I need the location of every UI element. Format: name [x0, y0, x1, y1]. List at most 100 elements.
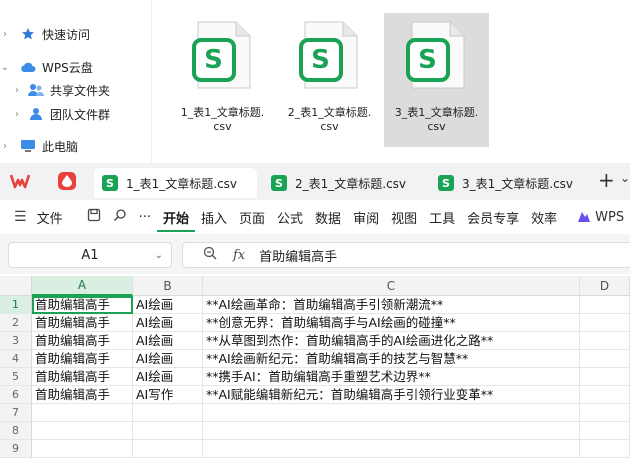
row-header[interactable]: 2: [0, 314, 32, 332]
cell-b4[interactable]: AI绘画: [133, 350, 203, 368]
csv-file-icon: S: [191, 20, 254, 92]
nav-item-this-pc[interactable]: › 此电脑: [0, 135, 78, 157]
cell-d2[interactable]: [580, 314, 630, 332]
tab-file-2[interactable]: S 2_表1_文章标题.csv: [263, 168, 426, 198]
cell-c6[interactable]: **AI赋能编辑新纪元：首助编辑高手引领行业变革**: [203, 386, 580, 404]
cell-c1[interactable]: **AI绘画革命：首助编辑高手引领新潮流**: [203, 296, 580, 314]
tab-list-chevron-icon[interactable]: ⌄: [620, 171, 630, 185]
file-item-selected[interactable]: S 3_表1_文章标题. csv: [384, 13, 489, 147]
column-header-d[interactable]: D: [580, 276, 630, 296]
cell-b2[interactable]: AI绘画: [133, 314, 203, 332]
file-item[interactable]: S 1_表1_文章标题. csv: [170, 13, 275, 147]
cell-empty[interactable]: [133, 440, 203, 458]
more-menu-button[interactable]: ···: [133, 210, 157, 225]
cell-a4[interactable]: 首助编辑高手: [32, 350, 133, 368]
menu-data[interactable]: 数据: [309, 208, 347, 227]
chevron-right-icon[interactable]: ›: [0, 29, 10, 40]
name-box[interactable]: A1 ⌄: [8, 242, 172, 268]
cell-empty[interactable]: [133, 404, 203, 422]
column-header-b[interactable]: B: [133, 276, 203, 296]
cell-a5[interactable]: 首助编辑高手: [32, 368, 133, 386]
cell-empty[interactable]: [32, 422, 133, 440]
nav-item-quick-access[interactable]: › 快速访问: [0, 23, 90, 45]
chevron-down-icon[interactable]: ⌄: [0, 62, 10, 73]
wps-ai-button[interactable]: WPS: [571, 210, 630, 225]
column-header-a[interactable]: A: [32, 276, 133, 296]
row-header[interactable]: 8: [0, 422, 32, 440]
cell-b1[interactable]: AI绘画: [133, 296, 203, 314]
menu-home[interactable]: 开始: [156, 208, 195, 232]
cell-b5[interactable]: AI绘画: [133, 368, 203, 386]
menu-view[interactable]: 视图: [385, 208, 423, 227]
row-header[interactable]: 3: [0, 332, 32, 350]
chevron-down-icon[interactable]: ⌄: [155, 250, 163, 261]
menu-page[interactable]: 页面: [233, 208, 271, 227]
cell-d6[interactable]: [580, 386, 630, 404]
row-header[interactable]: 7: [0, 404, 32, 422]
nav-item-team[interactable]: › 团队文件群: [0, 103, 110, 125]
tab-file-3[interactable]: S 3_表1_文章标题.csv: [430, 168, 590, 198]
cell-empty[interactable]: [580, 404, 630, 422]
cell-a2[interactable]: 首助编辑高手: [32, 314, 133, 332]
cell-empty[interactable]: [203, 404, 580, 422]
chevron-right-icon[interactable]: ›: [12, 109, 22, 120]
cell-a3[interactable]: 首助编辑高手: [32, 332, 133, 350]
wps-logo-icon[interactable]: [9, 173, 31, 193]
tab-label: 2_表1_文章标题.csv: [295, 176, 407, 191]
tab-file-1[interactable]: S 1_表1_文章标题.csv: [94, 168, 257, 198]
cell-d1[interactable]: [580, 296, 630, 314]
cell-d4[interactable]: [580, 350, 630, 368]
csv-file-icon: S: [298, 20, 361, 92]
column-header-c[interactable]: C: [203, 276, 580, 296]
file-item[interactable]: S 2_表1_文章标题. csv: [277, 13, 382, 147]
cell-empty[interactable]: [32, 404, 133, 422]
row-header[interactable]: 9: [0, 440, 32, 458]
formula-value: 首助编辑高手: [259, 249, 338, 265]
tab-label: 1_表1_文章标题.csv: [126, 176, 238, 191]
cell-empty[interactable]: [32, 440, 133, 458]
menu-efficiency[interactable]: 效率: [525, 208, 563, 227]
chevron-right-icon[interactable]: ›: [0, 141, 10, 152]
new-tab-button[interactable]: +: [598, 168, 615, 192]
nav-label: 快速访问: [42, 27, 91, 42]
hamburger-icon[interactable]: ☰: [14, 209, 27, 225]
menu-file[interactable]: 文件: [31, 208, 69, 227]
save-icon[interactable]: [81, 208, 107, 226]
cell-b3[interactable]: AI绘画: [133, 332, 203, 350]
cell-c2[interactable]: **创意无界：首助编辑高手与AI绘画的碰撞**: [203, 314, 580, 332]
menu-formula[interactable]: 公式: [271, 208, 309, 227]
cell-c3[interactable]: **从草图到杰作：首助编辑高手的AI绘画进化之路**: [203, 332, 580, 350]
cell-empty[interactable]: [133, 422, 203, 440]
cell-b6[interactable]: AI写作: [133, 386, 203, 404]
formula-input[interactable]: fx 首助编辑高手: [182, 242, 630, 268]
fx-icon[interactable]: fx: [233, 248, 245, 263]
menu-tools[interactable]: 工具: [423, 208, 461, 227]
menu-review[interactable]: 审阅: [347, 208, 385, 227]
docer-icon[interactable]: [58, 172, 76, 190]
row-header[interactable]: 4: [0, 350, 32, 368]
cell-empty[interactable]: [580, 440, 630, 458]
cell-d5[interactable]: [580, 368, 630, 386]
select-all-corner[interactable]: [0, 276, 32, 296]
nav-label: WPS云盘: [42, 60, 93, 75]
cell-c4[interactable]: **AI绘画新纪元：首助编辑高手的技艺与智慧**: [203, 350, 580, 368]
cell-empty[interactable]: [580, 422, 630, 440]
cell-a1[interactable]: 首助编辑高手: [32, 296, 133, 314]
menu-insert[interactable]: 插入: [195, 208, 233, 227]
cell-empty[interactable]: [203, 422, 580, 440]
row-header[interactable]: 5: [0, 368, 32, 386]
cell-d3[interactable]: [580, 332, 630, 350]
cell-empty[interactable]: [203, 440, 580, 458]
cell-c5[interactable]: **携手AI：首助编辑高手重塑艺术边界**: [203, 368, 580, 386]
nav-item-wps-cloud[interactable]: ⌄ WPS云盘: [0, 56, 93, 78]
zoom-icon[interactable]: [203, 246, 217, 264]
row-header[interactable]: 1: [0, 296, 32, 314]
wps-ai-label: WPS: [595, 209, 625, 225]
cell-a6[interactable]: 首助编辑高手: [32, 386, 133, 404]
menu-member[interactable]: 会员专享: [461, 208, 525, 227]
row-header[interactable]: 6: [0, 386, 32, 404]
nav-item-shared-folder[interactable]: › 共享文件夹: [0, 79, 110, 101]
chevron-right-icon[interactable]: ›: [12, 85, 22, 96]
search-replace-icon[interactable]: [107, 208, 133, 226]
spreadsheet-icon: S: [438, 175, 454, 191]
